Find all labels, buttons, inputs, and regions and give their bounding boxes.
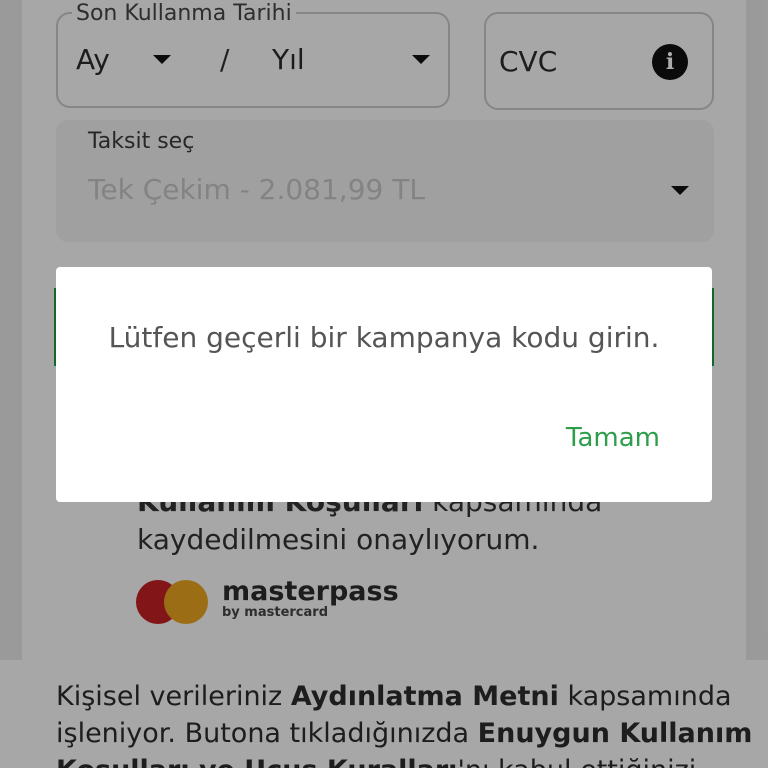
ok-button[interactable]: Tamam xyxy=(566,421,660,455)
alert-dialog: Lütfen geçerli bir kampanya kodu girin. … xyxy=(56,267,712,502)
dialog-message: Lütfen geçerli bir kampanya kodu girin. xyxy=(108,321,660,354)
